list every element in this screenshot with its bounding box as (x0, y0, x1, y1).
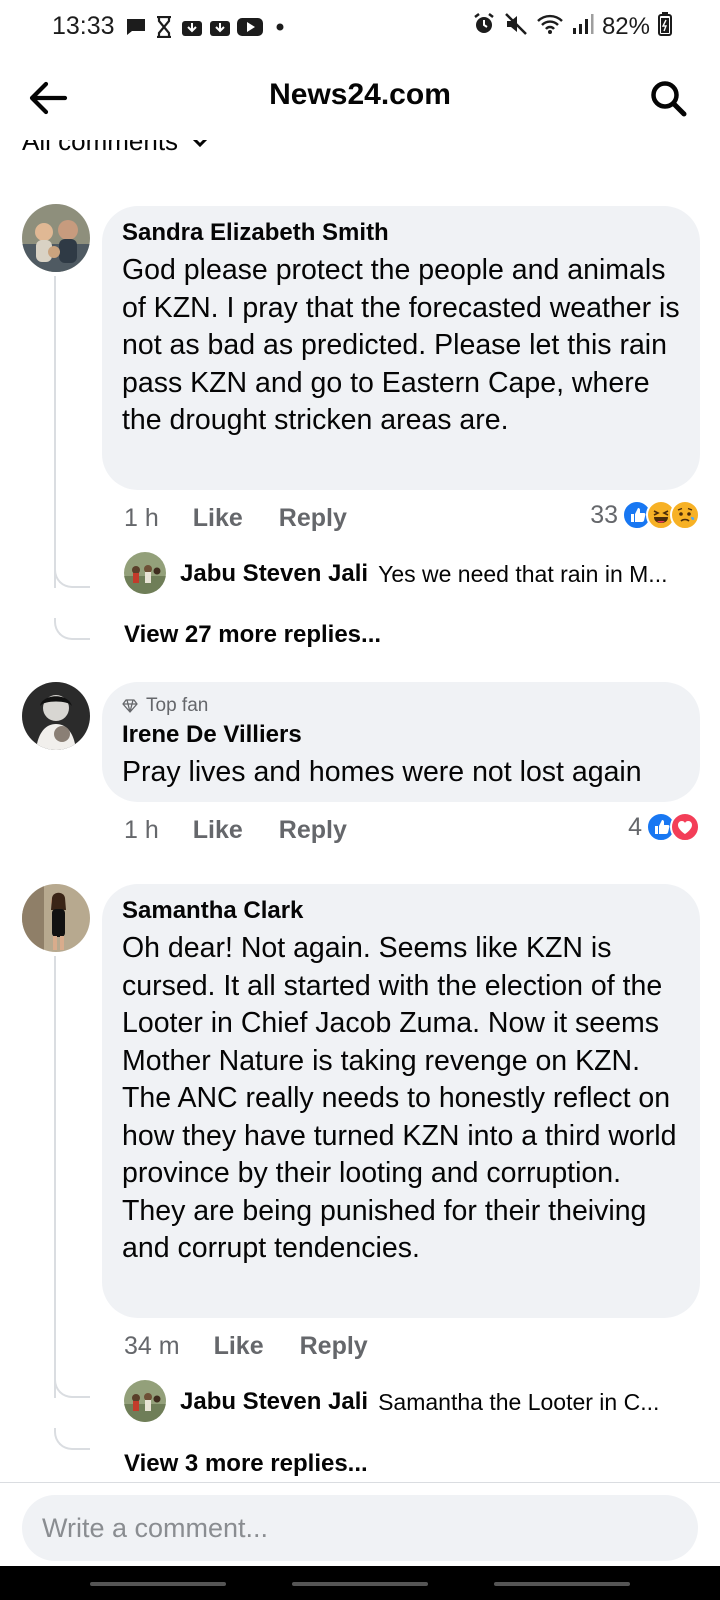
status-bar: 13:33 82% (0, 0, 720, 56)
love-reaction-icon (670, 812, 700, 842)
comment-actions: 34 m Like Reply (124, 1332, 404, 1361)
page-title: News24.com (269, 78, 451, 111)
thread-branch (54, 566, 90, 588)
reply-button[interactable]: Reply (300, 1332, 368, 1361)
thread-branch (54, 1376, 90, 1398)
signal-icon (572, 12, 594, 41)
reply-author[interactable]: Jabu Steven Jali (180, 1388, 368, 1416)
reply-button[interactable]: Reply (279, 816, 347, 845)
reply-button[interactable]: Reply (279, 504, 347, 533)
reaction-summary[interactable]: 4 (628, 812, 700, 842)
comment-author[interactable]: Samantha Clark (122, 896, 680, 926)
badge-label: Top fan (146, 695, 209, 716)
reply-preview[interactable]: Jabu Steven Jali Yes we need that rain i… (124, 552, 700, 594)
thread-line (54, 276, 56, 588)
search-icon (651, 81, 687, 117)
view-more-replies[interactable]: View 27 more replies... (124, 621, 381, 649)
system-nav-bar (0, 1566, 720, 1600)
reply-text: Yes we need that rain in M... (378, 560, 668, 587)
avatar[interactable] (22, 682, 90, 750)
mute-icon (504, 12, 528, 41)
download-icon (181, 16, 203, 38)
battery-percent: 82% (601, 12, 650, 40)
nav-back-handle[interactable] (494, 1582, 630, 1586)
comment-author[interactable]: Irene De Villiers (122, 720, 680, 750)
comment-input[interactable] (22, 1495, 698, 1561)
status-time: 13:33 (52, 12, 115, 40)
youtube-icon (237, 16, 263, 38)
like-button[interactable]: Like (214, 1332, 264, 1361)
app-bar: News24.com (0, 56, 720, 140)
comment-text: Oh dear! Not again. Seems like KZN is cu… (122, 932, 677, 1264)
thread-branch (54, 618, 90, 640)
reaction-count: 4 (628, 812, 642, 841)
comment-text: God please protect the people and animal… (122, 254, 680, 436)
reaction-summary[interactable]: 33 (590, 500, 700, 530)
like-button[interactable]: Like (193, 504, 243, 533)
like-button[interactable]: Like (193, 816, 243, 845)
hourglass-icon (153, 16, 175, 38)
comment-bubble[interactable]: Top fan Irene De Villiers Pray lives and… (102, 682, 700, 802)
system-icons: 82% (472, 12, 672, 41)
avatar[interactable] (22, 884, 90, 952)
dot-icon (269, 16, 291, 38)
search-button[interactable] (644, 74, 692, 122)
message-icon (125, 16, 147, 38)
avatar[interactable] (22, 204, 90, 272)
comment-bubble[interactable]: Samantha Clark Oh dear! Not again. Seems… (102, 884, 700, 1318)
comment-author[interactable]: Sandra Elizabeth Smith (122, 218, 680, 248)
comment-time[interactable]: 1 h (124, 504, 159, 533)
nav-home-handle[interactable] (292, 1582, 428, 1586)
avatar[interactable] (124, 1380, 166, 1422)
thread-branch (54, 1428, 90, 1450)
view-more-replies[interactable]: View 3 more replies... (124, 1450, 368, 1478)
reply-author[interactable]: Jabu Steven Jali (180, 560, 368, 588)
comment-composer (0, 1482, 720, 1566)
top-fan-badge: Top fan (122, 694, 680, 718)
reply-text: Samantha the Looter in C... (378, 1388, 660, 1415)
download-icon (209, 16, 231, 38)
reaction-count: 33 (590, 500, 618, 529)
comment-bubble[interactable]: Sandra Elizabeth Smith God please protec… (102, 206, 700, 490)
comment-text: Pray lives and homes were not lost again (122, 756, 642, 788)
alarm-icon (472, 12, 496, 41)
diamond-icon (122, 699, 138, 713)
notification-icons (125, 16, 291, 38)
comment-actions: 1 h Like Reply (124, 816, 383, 845)
battery-icon (658, 12, 672, 41)
comment-actions: 1 h Like Reply (124, 504, 383, 533)
nav-recents-handle[interactable] (90, 1582, 226, 1586)
thread-line (54, 956, 56, 1398)
reply-preview[interactable]: Jabu Steven Jali Samantha the Looter in … (124, 1380, 700, 1422)
comment-time[interactable]: 34 m (124, 1332, 180, 1361)
avatar[interactable] (124, 552, 166, 594)
comment-time[interactable]: 1 h (124, 816, 159, 845)
wifi-icon (536, 12, 564, 41)
sad-reaction-icon (670, 500, 700, 530)
